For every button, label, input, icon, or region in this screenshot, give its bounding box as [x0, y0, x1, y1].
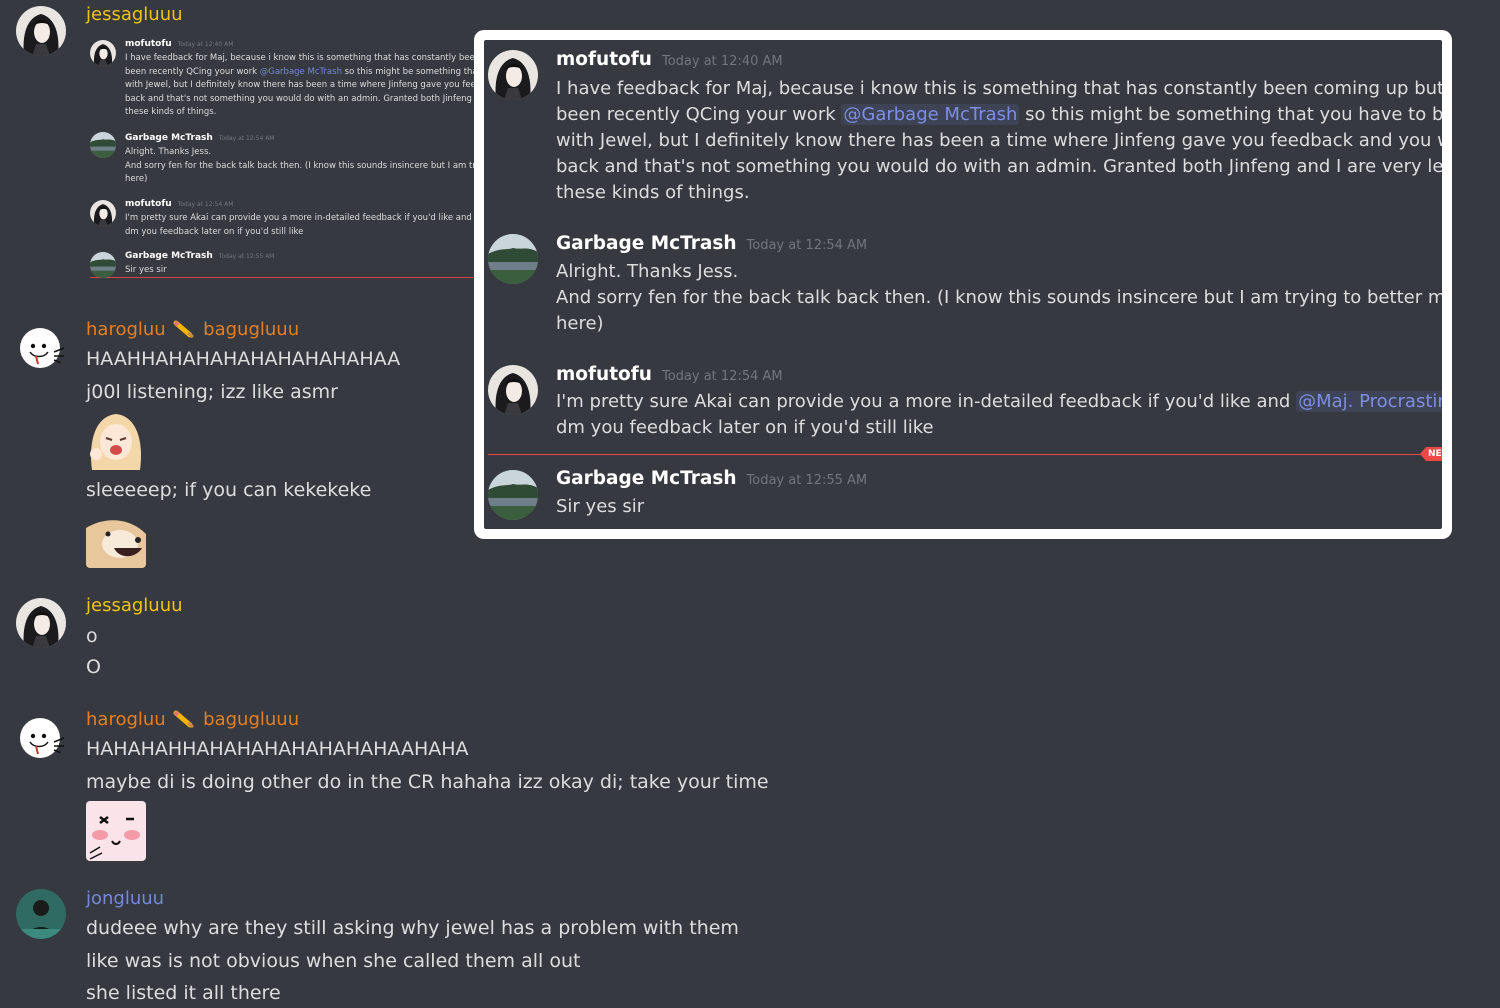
avatar[interactable]: [16, 889, 66, 939]
author-name: Garbage McTrash Today at 12:54 AM: [125, 133, 275, 143]
message-text: I'm pretty sure Akai can provide you a m…: [125, 213, 478, 223]
author-name: mofutofu Today at 12:40 AM: [125, 39, 234, 49]
message-text: sleeeeep; if you can kekekeke: [86, 479, 372, 501]
message-text: with Jewel, but I definitely know there …: [556, 130, 1442, 151]
username[interactable]: jessagluuu: [86, 4, 183, 25]
message-text: here): [125, 174, 148, 184]
avatar: [488, 470, 538, 520]
overlay-chat: mofutofu Today at 12:40 AM I have feedbac…: [484, 40, 1442, 529]
message-text: I have feedback for Maj, because i know …: [125, 53, 478, 63]
new-messages-divider: [90, 277, 478, 278]
message-text: back and that's not something you would …: [125, 93, 478, 104]
message-text: dudeee why are they still asking why jew…: [86, 917, 739, 939]
message-text: these kinds of things.: [125, 107, 217, 117]
avatar[interactable]: [16, 322, 66, 372]
new-messages-badge: NE: [1420, 447, 1442, 461]
pencil-icon: [173, 320, 195, 338]
message-text: I have feedback for Maj, because i know …: [556, 78, 1442, 99]
avatar[interactable]: [16, 712, 66, 762]
message-text: dm you feedback later on if you'd still …: [556, 417, 934, 438]
message-text: she listed it all there: [86, 982, 281, 1004]
username[interactable]: jessagluuu: [86, 595, 183, 616]
username[interactable]: harogluu bagugluuu: [86, 319, 299, 340]
message-text: O: [86, 656, 101, 678]
author-name: Garbage McTrash Today at 12:54 AM: [556, 233, 868, 254]
timestamp: Today at 12:40 AM: [661, 54, 783, 69]
username[interactable]: jongluuu: [86, 888, 164, 909]
timestamp: Today at 12:54 AM: [746, 238, 868, 253]
message-text: with Jewel, but I definitely know there …: [125, 80, 478, 90]
avatar: [90, 200, 116, 226]
zoomed-screenshot-overlay: mofutofu Today at 12:40 AM I have feedbac…: [474, 30, 1452, 539]
author-name: mofutofu Today at 12:54 AM: [556, 364, 783, 385]
avatar: [488, 234, 538, 284]
message-text: Sir yes sir: [556, 496, 645, 517]
message-text: been recently QCing your work @Garbage M…: [125, 66, 478, 77]
message-text: And sorry fen for the back talk back the…: [125, 160, 478, 171]
timestamp: Today at 12:54 AM: [661, 369, 783, 384]
user-mention[interactable]: @Maj. Procrastinator: [1296, 391, 1442, 412]
avatar[interactable]: [16, 6, 66, 56]
new-messages-divider: [488, 454, 1442, 455]
author-name: Garbage McTrash Today at 12:55 AM: [125, 251, 275, 261]
blushing-face-sticker[interactable]: [86, 801, 146, 861]
avatar: [90, 40, 116, 66]
avatar[interactable]: [16, 598, 66, 648]
message-text: Alright. Thanks Jess.: [125, 147, 212, 157]
message-text: HAHAHAHHAHAHAHAHAHAHAHAAHAHA: [86, 738, 469, 760]
author-name: mofutofu Today at 12:40 AM: [556, 49, 783, 70]
author-name: Garbage McTrash Today at 12:55 AM: [556, 468, 868, 489]
message-text: I'm pretty sure Akai can provide you a m…: [556, 389, 1442, 415]
message-text: been recently QCing your work @Garbage M…: [556, 104, 1442, 125]
message-text: HAAHHAHAHAHAHAHAHAHAHAA: [86, 348, 401, 370]
message-text: o: [86, 625, 98, 647]
user-mention[interactable]: @Garbage McTrash: [841, 104, 1020, 125]
message-text: And sorry fen for the back talk back the…: [556, 287, 1442, 308]
message-text: like was is not obvious when she called …: [86, 950, 581, 972]
message-text: dm you feedback later on if you'd still …: [125, 226, 304, 237]
dog-sticker[interactable]: [86, 508, 146, 568]
message-text: these kinds of things.: [556, 182, 750, 203]
message-text: j00l listening; izz like asmr: [86, 381, 338, 403]
attached-screenshot[interactable]: mofutofu Today at 12:40 AM I have feedbac…: [86, 34, 478, 284]
message-text: here): [556, 313, 604, 334]
username[interactable]: harogluu bagugluuu: [86, 709, 299, 730]
avatar: [90, 252, 116, 278]
message-text: maybe di is doing other do in the CR hah…: [86, 771, 769, 793]
message-text: back and that's not something you would …: [556, 156, 1442, 177]
anime-girl-sticker[interactable]: [86, 410, 146, 470]
author-name: mofutofu Today at 12:54 AM: [125, 199, 234, 209]
pencil-icon: [173, 710, 195, 728]
avatar: [488, 365, 538, 415]
avatar: [488, 50, 538, 100]
message-text: Sir yes sir: [125, 265, 167, 275]
avatar: [90, 132, 116, 158]
message-text: Alright. Thanks Jess.: [556, 261, 739, 282]
timestamp: Today at 12:55 AM: [746, 473, 868, 488]
